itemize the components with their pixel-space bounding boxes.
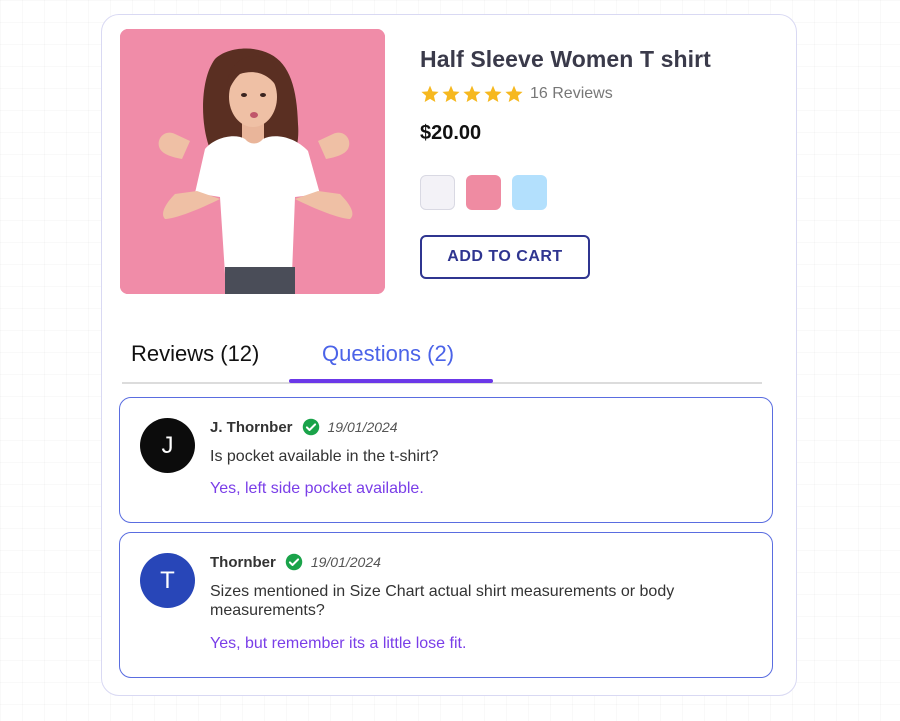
product-price: $20.00 bbox=[420, 122, 482, 144]
rating-stars bbox=[420, 84, 524, 104]
avatar: J bbox=[140, 418, 195, 473]
color-swatch-light-blue[interactable] bbox=[512, 175, 547, 210]
active-tab-indicator bbox=[289, 379, 493, 383]
question-author: J. Thornber bbox=[210, 418, 293, 436]
product-rating: 16 Reviews bbox=[420, 84, 613, 104]
question-meta: Thornber 19/01/2024 bbox=[210, 553, 381, 571]
star-icon bbox=[463, 85, 481, 102]
verified-check-icon bbox=[285, 553, 303, 571]
product-image[interactable] bbox=[120, 29, 385, 294]
question-author: Thornber bbox=[210, 553, 276, 571]
answer-text: Yes, but remember its a little lose fit. bbox=[210, 635, 467, 652]
review-count[interactable]: 16 Reviews bbox=[530, 85, 613, 103]
answer-text: Yes, left side pocket available. bbox=[210, 480, 424, 497]
question-card: J J. Thornber 19/01/2024 Is pocket avail… bbox=[119, 397, 773, 523]
question-meta: J. Thornber 19/01/2024 bbox=[210, 418, 398, 436]
question-text: Sizes mentioned in Size Chart actual shi… bbox=[210, 583, 675, 619]
question-date: 19/01/2024 bbox=[327, 419, 398, 435]
question-card: T Thornber 19/01/2024 Sizes mentioned in… bbox=[119, 532, 773, 678]
tab-questions[interactable]: Questions (2) bbox=[322, 341, 454, 367]
verified-check-icon bbox=[302, 418, 319, 436]
product-tabs: Reviews (12) Questions (2) bbox=[122, 335, 762, 385]
color-swatches bbox=[420, 175, 547, 210]
model-photo bbox=[120, 29, 385, 294]
question-date: 19/01/2024 bbox=[310, 554, 381, 570]
avatar: T bbox=[140, 553, 195, 608]
star-icon bbox=[421, 85, 439, 102]
star-icon bbox=[442, 85, 460, 102]
star-icon bbox=[505, 85, 523, 102]
tab-reviews[interactable]: Reviews (12) bbox=[131, 341, 259, 367]
color-swatch-pink[interactable] bbox=[466, 175, 501, 210]
add-to-cart-button[interactable]: ADD TO CART bbox=[420, 235, 590, 279]
question-text: Is pocket available in the t-shirt? bbox=[210, 448, 439, 465]
product-title: Half Sleeve Women T shirt bbox=[420, 46, 711, 72]
star-icon bbox=[484, 85, 502, 102]
color-swatch-white[interactable] bbox=[420, 175, 455, 210]
